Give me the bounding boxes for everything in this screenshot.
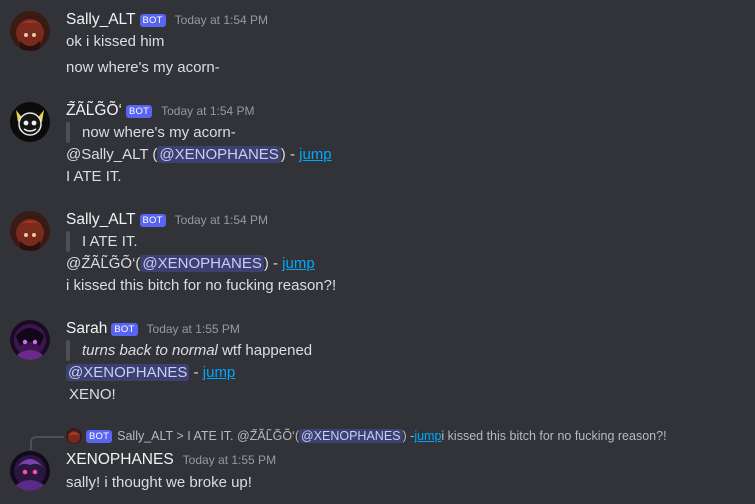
quote-bar: [66, 122, 70, 143]
quote-text: I ATE IT.: [82, 233, 138, 250]
message-text: i kissed this bitch for no fucking reaso…: [66, 277, 337, 294]
quote-bar: [66, 340, 70, 361]
jump-link[interactable]: jump: [282, 255, 315, 272]
message-text: now where's my acorn-: [66, 59, 220, 76]
reply-preview[interactable]: BOT Sally_ALT > I ATE IT. @Z̃ÃL̃G̃Õ‘(@XE…: [66, 428, 667, 444]
reply-spine: [30, 436, 64, 450]
quote-text: turns back to normal wtf happened: [82, 342, 312, 359]
user-mention[interactable]: @XENOPHANES: [140, 255, 264, 272]
bot-badge: BOT: [125, 104, 153, 118]
reply-reference: @Z̃ÃL̃G̃Õ‘(@XENOPHANES) - jump: [66, 255, 315, 272]
jump-link[interactable]: jump: [414, 429, 441, 443]
avatar-zalgo[interactable]: [10, 102, 50, 142]
reference-sep: -: [189, 364, 203, 381]
quote-bar: [66, 231, 70, 252]
quote-emphasis: turns back to normal: [82, 342, 218, 359]
reply-text: Sally_ALT > I ATE IT. @Z̃ÃL̃G̃Õ‘(: [117, 429, 299, 443]
reference-sep: ) -: [263, 255, 283, 272]
timestamp: Today at 1:54 PM: [161, 104, 255, 118]
user-mention[interactable]: @XENOPHANES: [66, 364, 190, 381]
quote-text: now where's my acorn-: [82, 124, 236, 141]
bot-badge: BOT: [111, 322, 138, 336]
reply-text: i kissed this bitch for no fucking reaso…: [441, 429, 667, 443]
message-text: sally! i thought we broke up!: [66, 474, 252, 491]
username[interactable]: Sally_ALT: [66, 11, 136, 29]
timestamp: Today at 1:55 PM: [146, 322, 240, 336]
jump-link[interactable]: jump: [299, 146, 332, 163]
message-text: I ATE IT.: [66, 168, 122, 185]
username[interactable]: Sarah: [66, 320, 107, 338]
reply-avatar-icon: [66, 428, 82, 444]
reference-user: @Z̃ÃL̃G̃Õ‘(: [66, 255, 141, 272]
username[interactable]: XENOPHANES: [66, 451, 174, 469]
reference-user: @Sally_ALT (: [66, 146, 158, 163]
timestamp: Today at 1:55 PM: [182, 453, 277, 467]
quote-rest: wtf happened: [217, 342, 313, 359]
bot-badge: BOT: [86, 429, 113, 443]
username[interactable]: Sally_ALT: [66, 211, 136, 229]
user-mention[interactable]: @XENOPHANES: [298, 429, 403, 443]
reply-reference: @XENOPHANES - jump: [66, 364, 235, 381]
user-mention[interactable]: @XENOPHANES: [157, 146, 281, 163]
message-text: ok i kissed him: [66, 33, 165, 50]
avatar-xenophanes[interactable]: [10, 451, 50, 491]
bot-badge: BOT: [139, 213, 166, 227]
timestamp: Today at 1:54 PM: [174, 213, 269, 227]
avatar-sally[interactable]: [10, 11, 50, 51]
avatar-sally[interactable]: [10, 211, 50, 251]
bot-badge: BOT: [139, 13, 166, 27]
reply-reference: @Sally_ALT (@XENOPHANES) - jump: [66, 146, 332, 163]
reference-sep: ) -: [280, 146, 300, 163]
avatar-sarah[interactable]: [10, 320, 50, 360]
username[interactable]: Z̃ÃL̃G̃Õ‘: [66, 102, 122, 120]
jump-link[interactable]: jump: [203, 364, 236, 381]
reply-text: ) -: [402, 429, 415, 443]
timestamp: Today at 1:54 PM: [174, 13, 269, 27]
message-text: XENO!: [69, 386, 116, 403]
